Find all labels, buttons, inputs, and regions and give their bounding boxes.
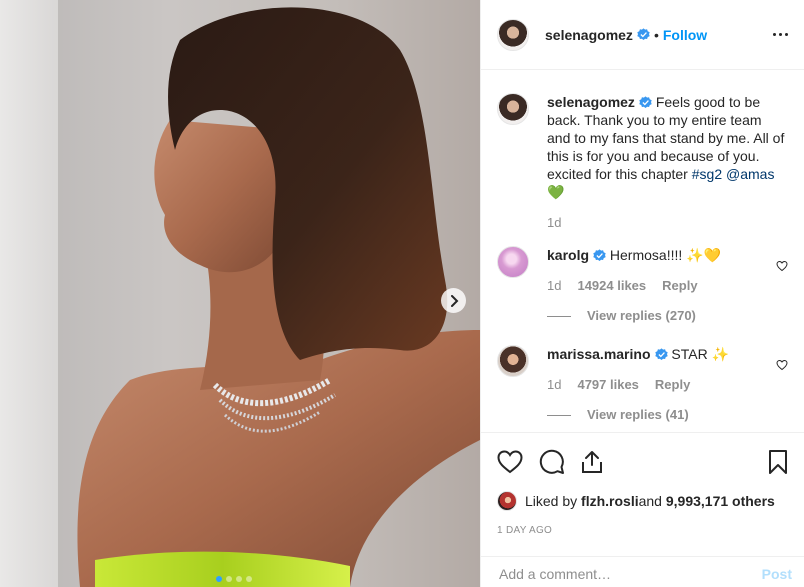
comment-meta: 1d 14924 likes Reply [547, 277, 788, 295]
verified-badge-icon [654, 348, 668, 361]
verified-badge-icon [639, 96, 652, 109]
post-header: selenagomez • Follow [481, 0, 804, 70]
comment-avatar[interactable] [497, 345, 529, 377]
post-photo[interactable] [0, 0, 480, 587]
verified-badge-icon [637, 28, 650, 41]
liked-by-user[interactable]: flzh.rosli [581, 493, 639, 509]
post-side-panel: selenagomez • Follow selenagomez Feels g… [480, 0, 804, 587]
caption-time[interactable]: 1d [547, 214, 561, 232]
photo-subject [77, 7, 480, 587]
view-replies-button[interactable]: View replies (270) [547, 307, 788, 325]
post-timestamp[interactable]: 1 DAY AGO [497, 525, 788, 536]
liked-by-conjunction: and [638, 493, 662, 509]
post-actions: Liked by flzh.rosli and 9,993,171 others… [481, 432, 804, 562]
comment-time[interactable]: 1d [547, 376, 561, 394]
header-separator: • [653, 26, 659, 43]
caption-mention[interactable]: @amas [726, 166, 774, 182]
caption-username[interactable]: selenagomez [547, 94, 635, 110]
carousel-dot [226, 576, 232, 582]
comment-text: STAR ✨ [671, 346, 730, 362]
comment-username[interactable]: karolg [547, 247, 589, 263]
like-comment-heart-icon[interactable] [776, 359, 788, 371]
carousel-dot [236, 576, 242, 582]
follow-button[interactable]: Follow [663, 27, 707, 43]
comment-avatar[interactable] [497, 246, 529, 278]
carousel-dot [246, 576, 252, 582]
caption-emoji: 💚 [547, 184, 565, 200]
caption-avatar[interactable] [497, 93, 529, 125]
chevron-right-icon [450, 294, 458, 307]
like-heart-icon[interactable] [497, 450, 523, 474]
likes-count[interactable]: 9,993,171 others [666, 493, 775, 509]
comment-reply-button[interactable]: Reply [655, 376, 690, 394]
liker-avatar[interactable] [497, 491, 517, 511]
action-icons-row [497, 447, 788, 477]
comment-bubble-icon[interactable] [539, 449, 565, 475]
replies-divider [547, 315, 571, 317]
caption-text-block: selenagomez Feels good to be back. Thank… [547, 93, 788, 201]
carousel-next-button[interactable] [441, 288, 466, 313]
liked-by-prefix: Liked by [525, 493, 578, 509]
share-icon[interactable] [581, 450, 603, 474]
view-replies-label: View replies (270) [587, 308, 696, 323]
comment-meta: 1d 4797 likes Reply [547, 376, 788, 394]
carousel-dot [216, 576, 222, 582]
more-options-icon[interactable] [773, 27, 788, 42]
liked-by-row: Liked by flzh.rosli and 9,993,171 others [497, 491, 788, 511]
author-username[interactable]: selenagomez [545, 27, 633, 43]
caption-hashtag[interactable]: #sg2 [692, 166, 722, 182]
post-comment-button[interactable]: Post [762, 562, 792, 582]
view-replies-label: View replies (41) [587, 407, 689, 422]
caption-meta: 1d [547, 214, 788, 232]
comment-text: Hermosa!!!! ✨💛 [609, 247, 722, 263]
verified-badge-icon [593, 249, 606, 262]
comment-item: karolg Hermosa!!!! ✨💛 1d 14924 likes Rep… [497, 246, 788, 325]
comment-username[interactable]: marissa.marino [547, 346, 651, 362]
instagram-post: selenagomez • Follow selenagomez Feels g… [0, 0, 804, 587]
bookmark-icon[interactable] [768, 449, 788, 475]
comment-time[interactable]: 1d [547, 277, 561, 295]
comment-reply-button[interactable]: Reply [662, 277, 697, 295]
view-replies-button[interactable]: View replies (41) [547, 406, 788, 424]
author-avatar[interactable] [497, 18, 529, 51]
comments-list[interactable]: selenagomez Feels good to be back. Thank… [481, 71, 804, 432]
comment-item: marissa.marino STAR ✨ 1d 4797 likes Repl… [497, 345, 788, 424]
caption: selenagomez Feels good to be back. Thank… [497, 93, 788, 232]
add-comment-input[interactable] [499, 562, 762, 582]
carousel-indicator [216, 576, 252, 582]
add-comment-bar: Post [481, 556, 804, 587]
replies-divider [547, 414, 571, 416]
comment-likes[interactable]: 14924 likes [577, 277, 646, 295]
like-comment-heart-icon[interactable] [776, 260, 788, 272]
comment-likes[interactable]: 4797 likes [577, 376, 638, 394]
